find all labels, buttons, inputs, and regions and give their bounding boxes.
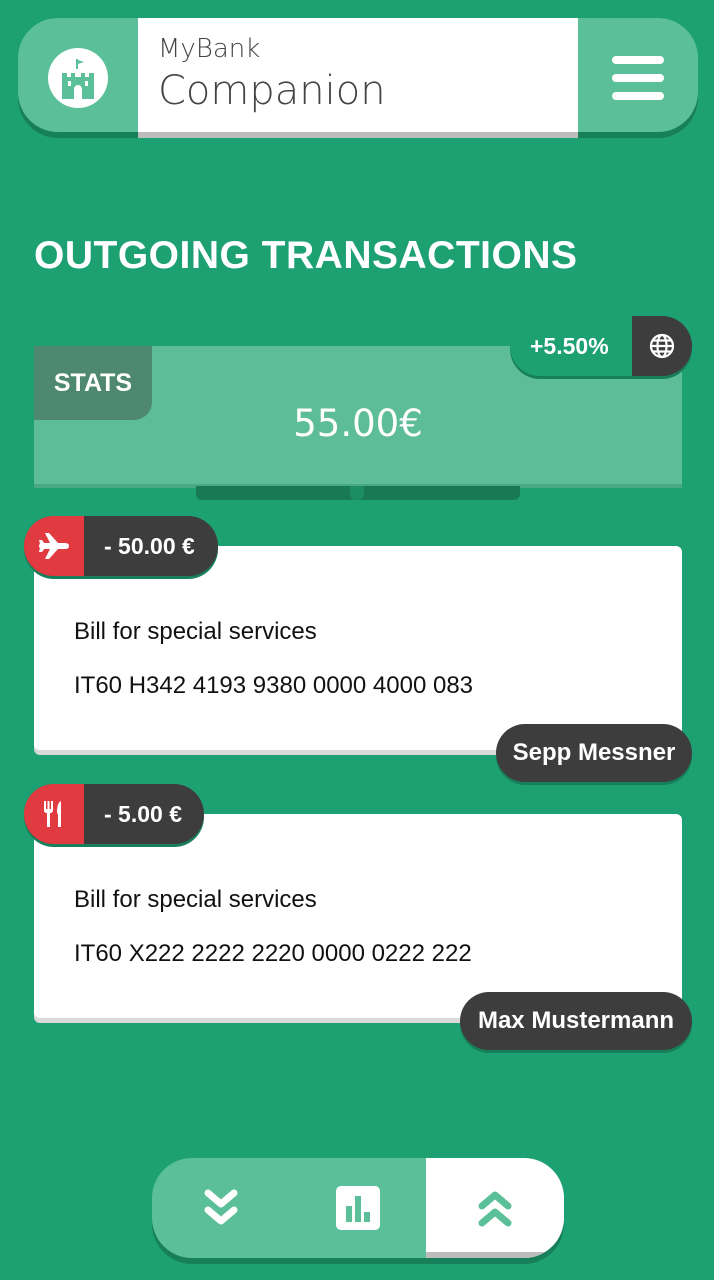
category-badge	[24, 784, 84, 844]
transaction-amount-badge: - 50.00 €	[24, 516, 218, 576]
nav-stats-button[interactable]	[289, 1158, 426, 1258]
page-title: OUTGOING TRANSACTIONS	[34, 234, 578, 277]
transaction-amount: - 5.00 €	[104, 801, 182, 827]
globe-icon	[649, 333, 675, 359]
castle-icon	[62, 59, 94, 99]
transaction-iban: IT60 X222 2222 2220 0000 0222 222	[74, 940, 472, 967]
nav-incoming-button[interactable]	[152, 1158, 289, 1258]
brand-big: Companion	[158, 68, 386, 114]
transaction-card[interactable]: Bill for special services IT60 X222 2222…	[34, 814, 682, 1018]
app-header: MyBank Companion	[18, 18, 698, 132]
bar-chart-icon	[335, 1186, 380, 1230]
category-badge	[24, 516, 84, 576]
transaction-description: Bill for special services	[74, 618, 317, 645]
stats-card-handle	[196, 486, 520, 500]
chevrons-up-icon	[478, 1191, 512, 1227]
transaction-description: Bill for special services	[74, 886, 317, 913]
bottom-nav	[152, 1158, 564, 1258]
app-title: MyBank Companion	[138, 18, 578, 132]
transaction-amount: - 50.00 €	[104, 533, 195, 559]
fork-knife-icon	[44, 801, 61, 827]
nav-outgoing-button[interactable]	[426, 1158, 564, 1258]
transaction-card[interactable]: Bill for special services IT60 H342 4193…	[34, 546, 682, 750]
change-badge[interactable]: +5.50%	[510, 316, 692, 376]
logo[interactable]	[48, 48, 108, 108]
transaction-amount-badge: - 5.00 €	[24, 784, 204, 844]
stats-amount: 55.00€	[293, 402, 423, 445]
airplane-icon	[39, 533, 69, 559]
globe-button[interactable]	[632, 316, 692, 376]
change-value: +5.50%	[530, 333, 609, 359]
recipient-badge[interactable]: Max Mustermann	[460, 992, 692, 1050]
transaction-iban: IT60 H342 4193 9380 0000 4000 083	[74, 672, 474, 699]
hamburger-menu-icon[interactable]	[612, 56, 664, 100]
brand-small: MyBank	[158, 34, 261, 64]
chevrons-down-icon	[204, 1189, 237, 1225]
recipient-badge[interactable]: Sepp Messner	[496, 724, 692, 782]
